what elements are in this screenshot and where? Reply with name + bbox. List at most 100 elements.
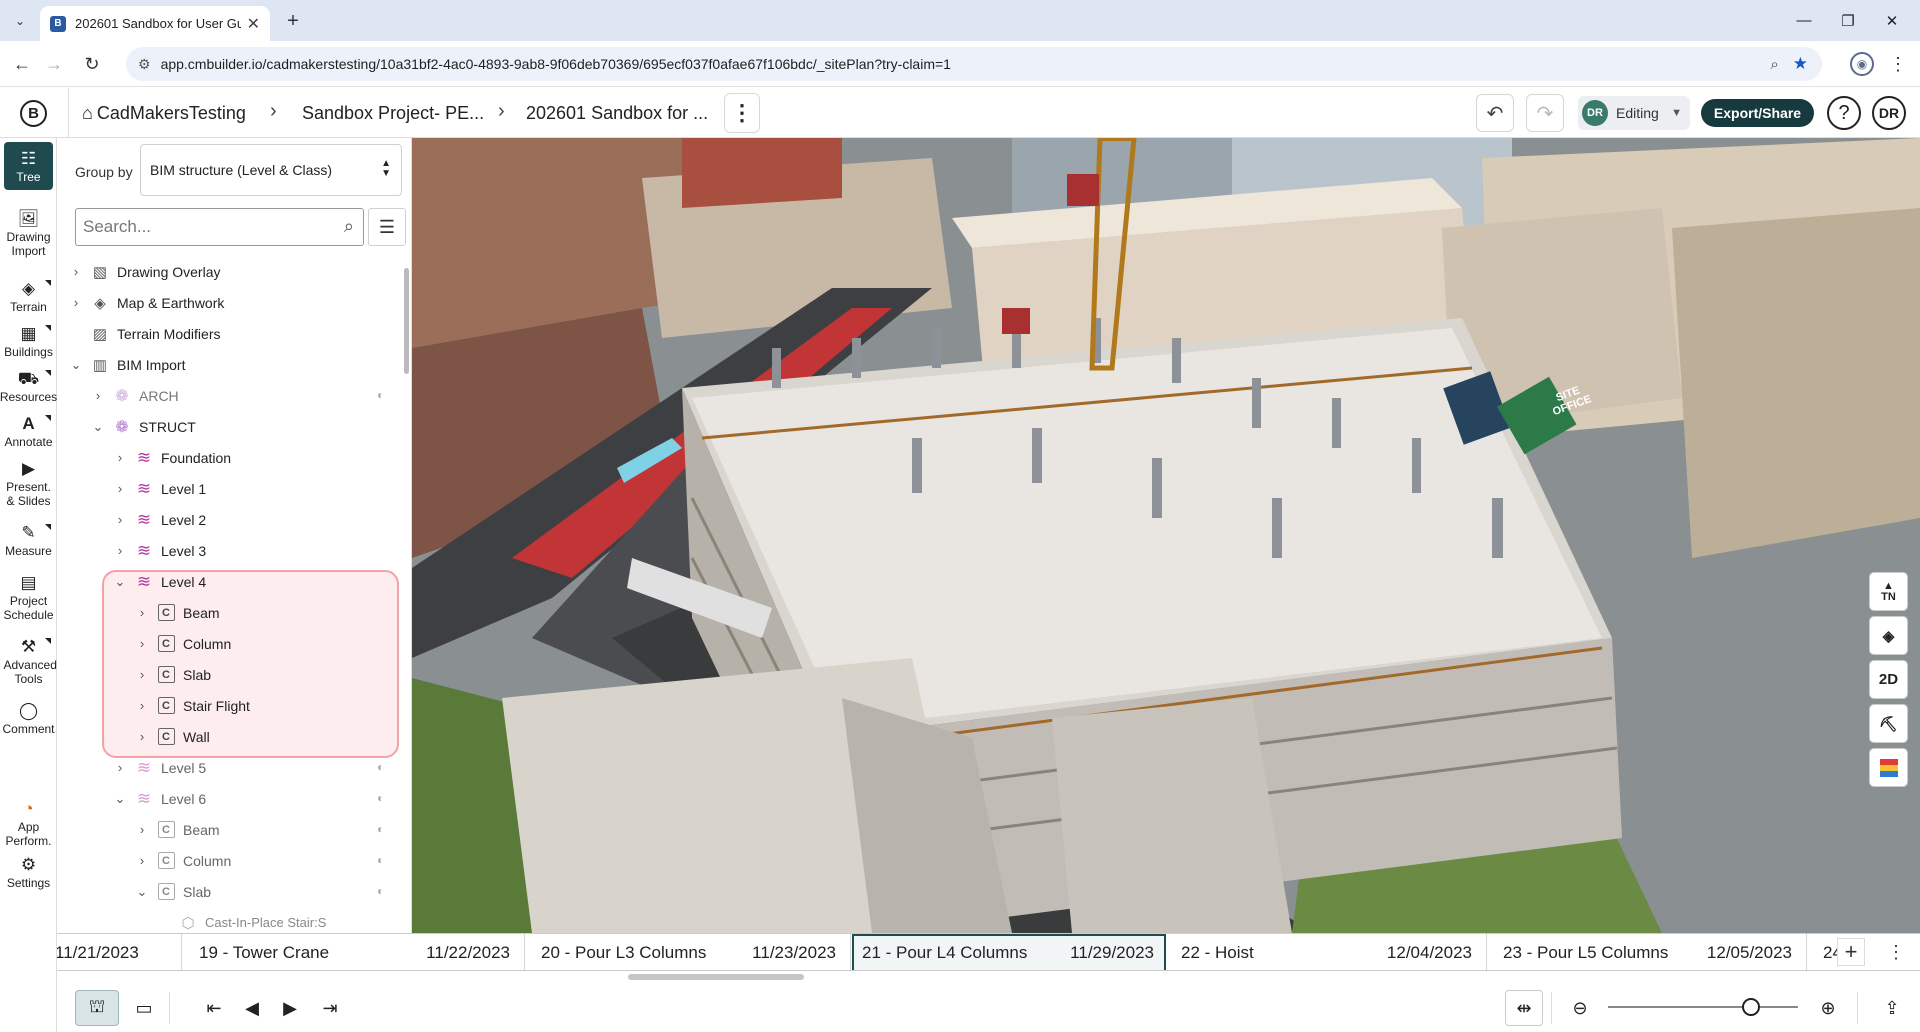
chevron-right-icon[interactable]: › bbox=[131, 822, 153, 837]
timeline-item[interactable]: 23 - Pour L5 Columns 12/05/2023 bbox=[1487, 934, 1807, 970]
close-window-icon[interactable]: ✕ bbox=[1870, 0, 1914, 41]
breadcrumb-company[interactable]: ⌂ CadMakersTesting bbox=[82, 100, 246, 126]
eye-hidden-icon[interactable]: ◐ bbox=[377, 388, 384, 402]
chevron-right-icon[interactable]: › bbox=[131, 853, 153, 868]
chevron-right-icon[interactable]: › bbox=[65, 264, 87, 279]
chevron-down-icon[interactable]: ⌄ bbox=[87, 419, 109, 435]
redo-button[interactable]: ↷ bbox=[1526, 94, 1564, 132]
crane-button[interactable]: ⛏ bbox=[1869, 704, 1908, 743]
tree-row-slab[interactable]: › C Slab bbox=[123, 659, 211, 690]
chevron-right-icon[interactable]: › bbox=[109, 450, 131, 465]
tree-row-map-earthwork[interactable]: › ◈ Map & Earthwork bbox=[57, 287, 225, 318]
chevron-right-icon[interactable]: › bbox=[131, 667, 153, 682]
tree-row-arch[interactable]: › ❁ ARCH ◐ bbox=[79, 380, 402, 411]
editing-mode-dropdown[interactable]: DR Editing ▼ bbox=[1578, 96, 1690, 130]
fit-timeline-button[interactable]: ⇹ bbox=[1505, 990, 1543, 1026]
chevron-right-icon[interactable]: › bbox=[131, 636, 153, 651]
timeline-zoom-slider[interactable] bbox=[1608, 998, 1798, 1016]
slides-view-button[interactable]: ▭ bbox=[125, 990, 163, 1026]
help-button[interactable]: ? bbox=[1827, 96, 1861, 130]
chevron-right-icon[interactable]: › bbox=[87, 388, 109, 403]
rail-measure[interactable]: ✎ Measure bbox=[0, 522, 57, 558]
rail-comment[interactable]: ◯ Comment bbox=[0, 700, 57, 736]
previous-button[interactable]: ◀ bbox=[233, 990, 271, 1026]
close-tab-icon[interactable]: ✕ bbox=[247, 14, 260, 34]
tree-row-level-6[interactable]: ⌄ ≋ Level 6 ◐ bbox=[101, 783, 402, 814]
rail-resources[interactable]: ⛟ Resources bbox=[0, 368, 57, 404]
layers-button[interactable]: ◈ bbox=[1869, 616, 1908, 655]
tree-row-wall[interactable]: › C Wall bbox=[123, 721, 210, 752]
chevron-right-icon[interactable]: › bbox=[131, 729, 153, 744]
more-options-button[interactable]: ⋮ bbox=[724, 93, 760, 133]
rail-annotate[interactable]: A Annotate bbox=[0, 413, 57, 449]
breadcrumb-site[interactable]: 202601 Sandbox for ... bbox=[526, 100, 708, 126]
chevron-down-icon[interactable]: ⌄ bbox=[109, 574, 131, 590]
search-input[interactable]: Search... ⌕ bbox=[75, 208, 364, 246]
rail-advanced-tools[interactable]: ⚒ Advanced Tools bbox=[0, 636, 57, 686]
tree-row-level-4[interactable]: ⌄ ≋ Level 4 bbox=[101, 566, 207, 597]
rail-terrain[interactable]: ◈ Terrain bbox=[0, 278, 57, 314]
skip-to-start-button[interactable]: ⇤ bbox=[195, 990, 233, 1026]
tree-row-stair[interactable]: ⬡ Cast-In-Place Stair:S bbox=[145, 907, 402, 933]
forward-arrow-icon[interactable]: → bbox=[40, 50, 68, 78]
bookmark-star-icon[interactable]: ★ bbox=[1793, 54, 1808, 74]
add-timeline-item-button[interactable]: + bbox=[1837, 938, 1865, 966]
zoom-icon[interactable]: ⌕ bbox=[1770, 56, 1778, 73]
chevron-down-icon[interactable]: ⌄ bbox=[65, 357, 87, 373]
browser-menu-icon[interactable]: ⋮ bbox=[1886, 50, 1910, 78]
chevron-right-icon[interactable]: › bbox=[109, 512, 131, 527]
north-arrow-button[interactable]: ▲ TN bbox=[1869, 572, 1908, 611]
eye-hidden-icon[interactable]: ◐ bbox=[377, 760, 384, 774]
chevron-down-icon[interactable]: ⌄ bbox=[109, 791, 131, 807]
chevron-right-icon[interactable]: › bbox=[109, 760, 131, 775]
rail-drawing-import[interactable]: 🖼 Drawing Import bbox=[0, 208, 57, 258]
rail-buildings[interactable]: ▦ Buildings bbox=[0, 323, 57, 359]
zoom-out-button[interactable]: ⊖ bbox=[1561, 990, 1599, 1026]
tree-row-level-5[interactable]: › ≋ Level 5 ◐ bbox=[101, 752, 402, 783]
timeline-item-active[interactable]: 21 - Pour L4 Columns 11/29/2023 bbox=[852, 934, 1166, 970]
tree-row-beam-l6[interactable]: › C Beam ◐ bbox=[123, 814, 402, 845]
chevron-down-icon[interactable]: ⌄ bbox=[131, 884, 153, 900]
rail-project-schedule[interactable]: ▤ Project Schedule bbox=[0, 572, 57, 622]
tab-search-chevron-icon[interactable]: ⌄ bbox=[8, 10, 32, 32]
rail-present-slides[interactable]: ▶ Present. & Slides bbox=[0, 458, 57, 508]
profile-icon[interactable]: ◉ bbox=[1850, 52, 1874, 76]
panel-scrollbar-thumb[interactable] bbox=[404, 268, 409, 374]
timeline-item[interactable]: 22 - Hoist 12/04/2023 bbox=[1167, 934, 1487, 970]
reload-icon[interactable]: ↻ bbox=[78, 50, 106, 78]
tree-row-slab-l6[interactable]: ⌄ C Slab ◐ bbox=[123, 876, 402, 907]
timeline-item[interactable]: 19 - Tower Crane 11/22/2023 bbox=[183, 934, 525, 970]
filter-list-button[interactable]: ☰ bbox=[368, 208, 406, 246]
timeline-item[interactable]: 24 - Pour L6 Columns bbox=[1807, 934, 1837, 970]
eye-hidden-icon[interactable]: ◐ bbox=[377, 884, 384, 898]
eye-hidden-icon[interactable]: ◐ bbox=[377, 853, 384, 867]
tree-row-level-1[interactable]: › ≋ Level 1 bbox=[101, 473, 206, 504]
tree-row-beam[interactable]: › C Beam bbox=[123, 597, 220, 628]
rail-app-performance[interactable]: ◔ App Perform. bbox=[0, 798, 57, 848]
eye-hidden-icon[interactable]: ◐ bbox=[377, 791, 384, 805]
panel-scrollbar[interactable] bbox=[402, 256, 411, 933]
tree-row-column-l6[interactable]: › C Column ◐ bbox=[123, 845, 402, 876]
user-avatar[interactable]: DR bbox=[1872, 96, 1906, 130]
chevron-right-icon[interactable]: › bbox=[109, 543, 131, 558]
timeline-item[interactable]: 11/21/2023 bbox=[57, 934, 182, 970]
eye-hidden-icon[interactable]: ◐ bbox=[377, 822, 384, 836]
chevron-right-icon[interactable]: › bbox=[131, 605, 153, 620]
site-view-button[interactable]: ⛫ bbox=[75, 990, 119, 1026]
tree-row-stair-flight[interactable]: › C Stair Flight bbox=[123, 690, 250, 721]
slider-knob[interactable] bbox=[1742, 998, 1760, 1016]
app-logo[interactable]: B bbox=[20, 100, 47, 127]
tree-row-struct[interactable]: ⌄ ❁ STRUCT bbox=[79, 411, 196, 442]
site-info-icon[interactable]: ⚙ bbox=[138, 56, 151, 73]
chevron-right-icon[interactable]: › bbox=[109, 481, 131, 496]
tree-row-foundation[interactable]: › ≋ Foundation bbox=[101, 442, 231, 473]
export-share-button[interactable]: Export/Share bbox=[1701, 99, 1814, 127]
timeline-item[interactable]: 20 - Pour L3 Columns 11/23/2023 bbox=[525, 934, 851, 970]
3d-viewport[interactable]: SITE OFFICE ▲ TN ◈ 2D ⛏ bbox=[412, 138, 1920, 933]
tree-row-level-3[interactable]: › ≋ Level 3 bbox=[101, 535, 206, 566]
timeline-more-icon[interactable]: ⋮ bbox=[1882, 938, 1910, 966]
chevron-right-icon[interactable]: › bbox=[131, 698, 153, 713]
restore-icon[interactable]: ❐ bbox=[1826, 0, 1870, 41]
2d-toggle-button[interactable]: 2D bbox=[1869, 660, 1908, 699]
tree-row-terrain-modifiers[interactable]: ▨ Terrain Modifiers bbox=[57, 318, 221, 349]
